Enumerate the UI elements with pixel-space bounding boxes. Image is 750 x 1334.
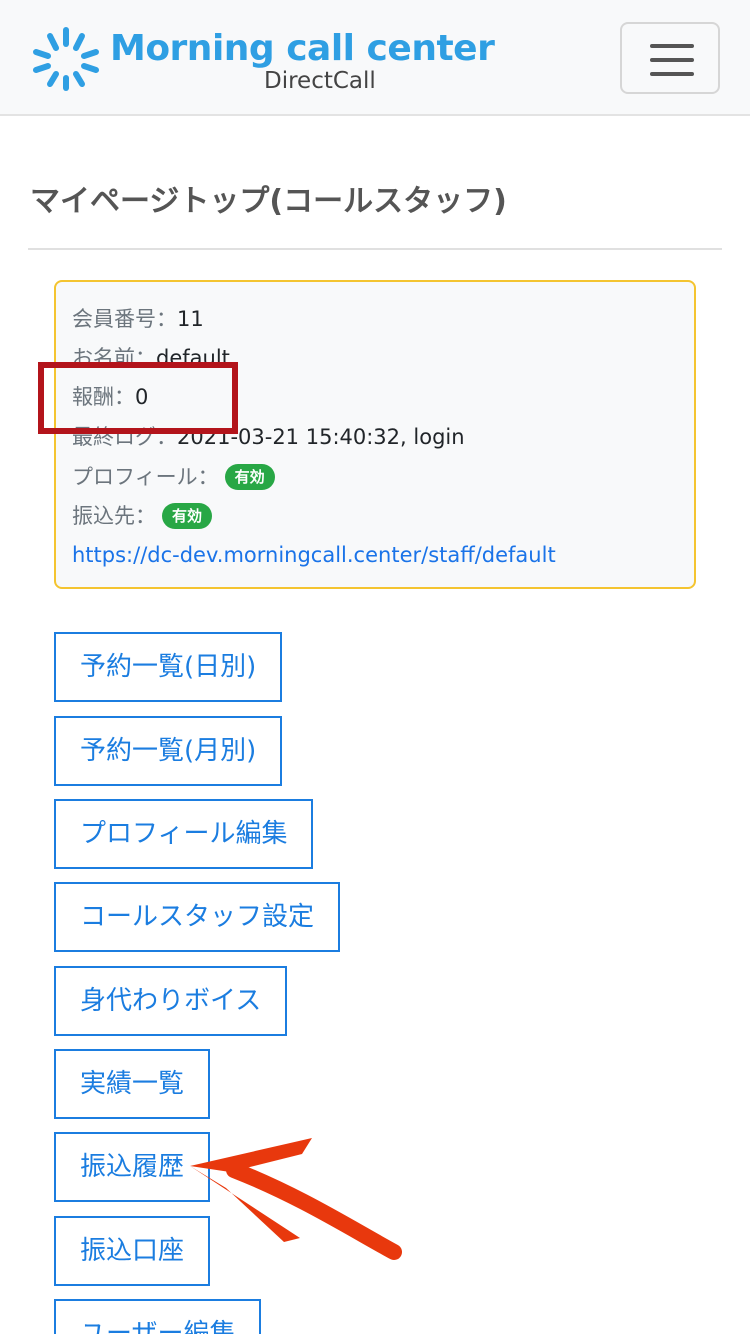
reservation-list-daily-button[interactable]: 予約一覧(日別) [54,632,283,702]
page: Morning call center DirectCall マイページトップ(… [0,0,750,1334]
staff-url-row: https://dc-dev.morningcall.center/staff/… [72,540,556,570]
hamburger-icon [650,58,694,62]
divider [28,248,722,250]
substitute-voice-button[interactable]: 身代わりボイス [54,966,288,1036]
profile-edit-button[interactable]: プロフィール編集 [54,799,314,869]
member-number-label: 会員番号： [72,307,177,331]
profile-label: プロフィール： [72,465,219,489]
annotation-arrow-icon [190,1138,402,1260]
bank-label: 振込先： [72,504,156,528]
performance-list-button[interactable]: 実績一覧 [54,1049,211,1119]
menu-toggle-button[interactable] [620,22,720,94]
brand-name: Morning call center [110,28,495,69]
hamburger-icon [650,72,694,76]
navbar: Morning call center DirectCall [0,0,750,116]
brand-logo[interactable]: Morning call center DirectCall [28,24,495,94]
call-staff-settings-button[interactable]: コールスタッフ設定 [54,882,341,952]
annotation-highlight-box [38,362,238,434]
member-info-card: 会員番号：11 お名前：default 報酬：0 最終ログ：2021-03-21… [54,280,696,589]
staff-page-link[interactable]: https://dc-dev.morningcall.center/staff/… [72,543,556,567]
profile-status-badge: 有効 [224,464,275,490]
reservation-list-monthly-button[interactable]: 予約一覧(月別) [54,716,283,786]
bank-status-badge: 有効 [162,503,213,529]
sunburst-logo-icon [33,27,99,91]
hamburger-icon [650,44,694,48]
page-title: マイページトップ(コールスタッフ) [30,184,507,219]
profile-row: プロフィール： 有効 [72,462,275,492]
brand-subname: DirectCall [264,68,376,94]
member-number-value: 11 [177,307,204,331]
member-number-row: 会員番号：11 [72,304,204,334]
user-edit-button[interactable]: ユーザー編集 [54,1299,262,1334]
bank-row: 振込先： 有効 [72,501,213,531]
